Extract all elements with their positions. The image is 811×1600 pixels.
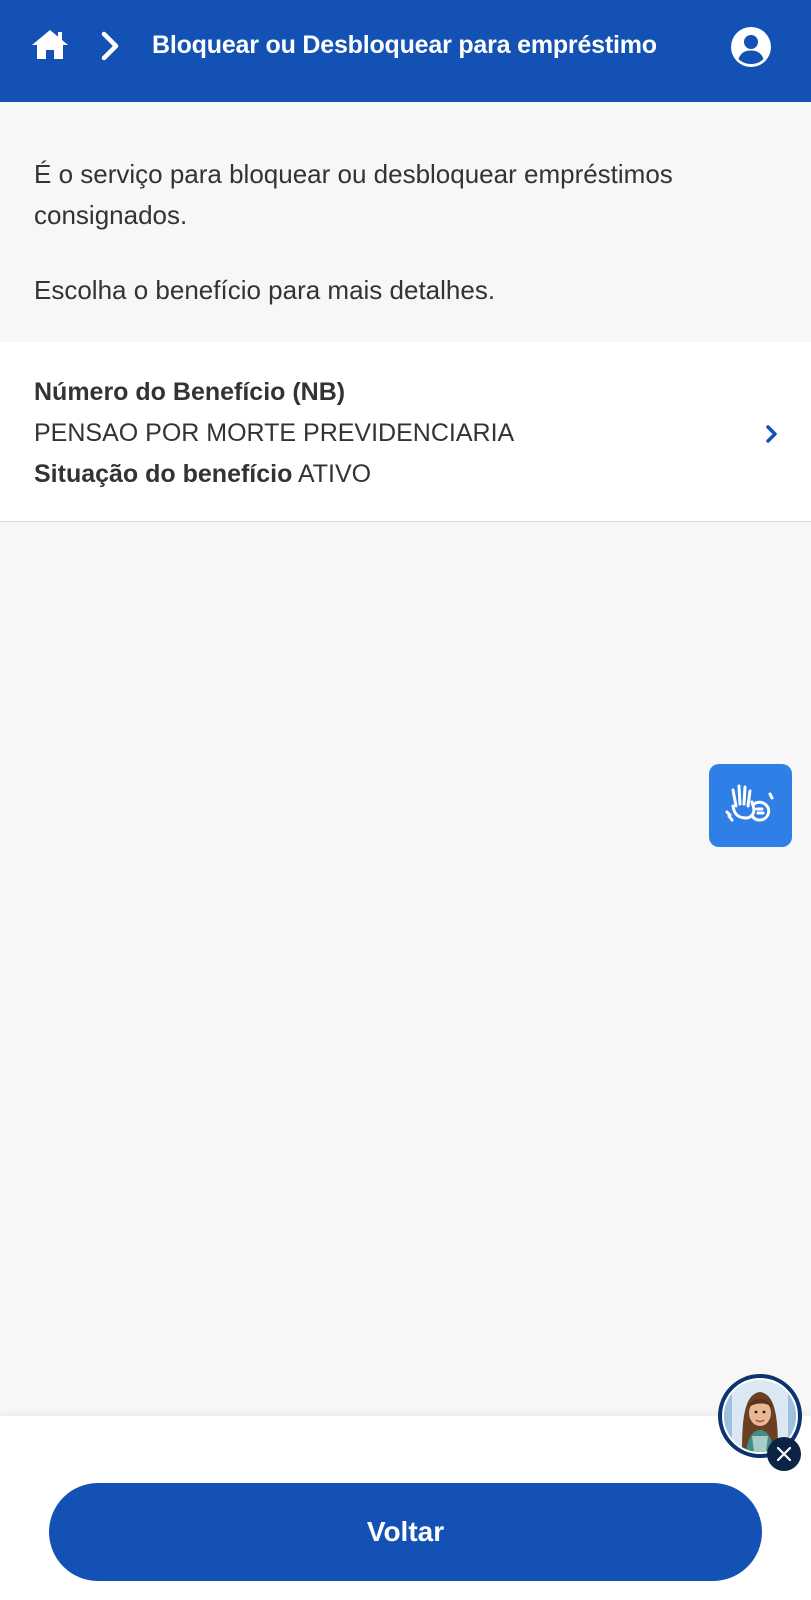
service-description: É o serviço para bloquear ou desbloquear…	[34, 159, 673, 230]
intro-section: É o serviço para bloquear ou desbloquear…	[34, 154, 784, 311]
benefit-status-value: ATIVO	[297, 460, 372, 488]
sign-language-button[interactable]	[709, 764, 792, 847]
app-header: Bloquear ou Desbloquear para empréstimo	[0, 0, 811, 102]
benefit-list-item[interactable]: Número do Benefício (NB) PENSAO POR MORT…	[0, 342, 811, 522]
page-title: Bloquear ou Desbloquear para empréstimo	[152, 31, 657, 59]
benefit-status: Situação do benefício ATIVO	[34, 458, 371, 490]
benefit-number-label: Número do Benefício (NB)	[34, 378, 346, 406]
service-instruction: Escolha o benefício para mais detalhes.	[34, 275, 496, 305]
back-button[interactable]: Voltar	[49, 1483, 762, 1581]
user-circle-icon[interactable]	[730, 26, 772, 68]
sign-language-icon	[724, 776, 778, 835]
benefit-type: PENSAO POR MORTE PREVIDENCIARIA	[34, 419, 515, 447]
close-icon[interactable]	[767, 1437, 801, 1471]
chevron-right-icon[interactable]	[764, 422, 780, 446]
benefit-status-label: Situação do benefício	[34, 460, 293, 488]
home-icon[interactable]	[30, 26, 70, 66]
chevron-right-icon	[98, 30, 122, 62]
